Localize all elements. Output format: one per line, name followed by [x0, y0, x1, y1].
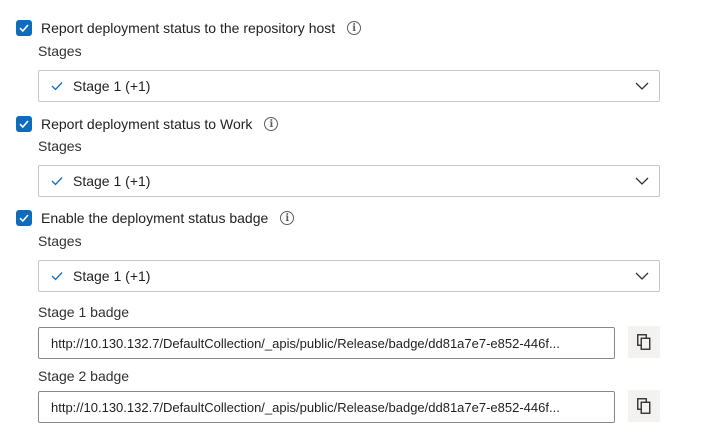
- copy-icon: [637, 334, 651, 350]
- report-work-option[interactable]: Report deployment status to Work i: [16, 116, 279, 132]
- stages-label: Stages: [38, 43, 82, 59]
- report-work-label: Report deployment status to Work: [41, 116, 253, 132]
- chevron-down-icon: [635, 82, 649, 90]
- copy-icon: [637, 398, 651, 414]
- copy-stage-1-badge-button[interactable]: [628, 326, 660, 358]
- stage-1-badge-label: Stage 1 badge: [38, 304, 130, 320]
- checkmark-icon: [19, 120, 29, 129]
- checkmark-icon: [19, 214, 29, 223]
- chevron-down-icon: [635, 177, 649, 185]
- report-repo-host-option[interactable]: Report deployment status to the reposito…: [16, 20, 362, 36]
- status-badge-checkbox[interactable]: [16, 210, 32, 226]
- stages-label: Stages: [38, 233, 82, 249]
- info-icon[interactable]: i: [280, 211, 295, 225]
- checkmark-icon: [51, 176, 63, 186]
- chevron-down-icon: [635, 272, 649, 280]
- report-work-checkbox[interactable]: [16, 116, 32, 132]
- info-icon[interactable]: i: [264, 117, 279, 131]
- checkmark-icon: [19, 24, 29, 33]
- stages-dropdown-badge[interactable]: Stage 1 (+1): [38, 260, 660, 292]
- stage-2-badge-url: http://10.130.132.7/DefaultCollection/_a…: [51, 399, 560, 415]
- stage-1-badge-url: http://10.130.132.7/DefaultCollection/_a…: [51, 335, 560, 351]
- stage-2-badge-url-field[interactable]: http://10.130.132.7/DefaultCollection/_a…: [38, 391, 615, 423]
- stages-label: Stages: [38, 138, 82, 154]
- stages-dropdown-value: Stage 1 (+1): [73, 78, 151, 94]
- report-repo-host-checkbox[interactable]: [16, 20, 32, 36]
- stages-dropdown-repo-host[interactable]: Stage 1 (+1): [38, 70, 660, 102]
- report-repo-host-label: Report deployment status to the reposito…: [41, 20, 336, 36]
- checkmark-icon: [51, 81, 63, 91]
- status-badge-label: Enable the deployment status badge: [41, 210, 269, 226]
- stage-1-badge-url-field[interactable]: http://10.130.132.7/DefaultCollection/_a…: [38, 327, 615, 359]
- stages-dropdown-value: Stage 1 (+1): [73, 173, 151, 189]
- status-badge-option[interactable]: Enable the deployment status badge i: [16, 210, 295, 226]
- copy-stage-2-badge-button[interactable]: [628, 390, 660, 422]
- checkmark-icon: [51, 271, 63, 281]
- info-icon[interactable]: i: [347, 21, 362, 35]
- stages-dropdown-work[interactable]: Stage 1 (+1): [38, 165, 660, 197]
- stages-dropdown-value: Stage 1 (+1): [73, 268, 151, 284]
- stage-2-badge-label: Stage 2 badge: [38, 368, 130, 384]
